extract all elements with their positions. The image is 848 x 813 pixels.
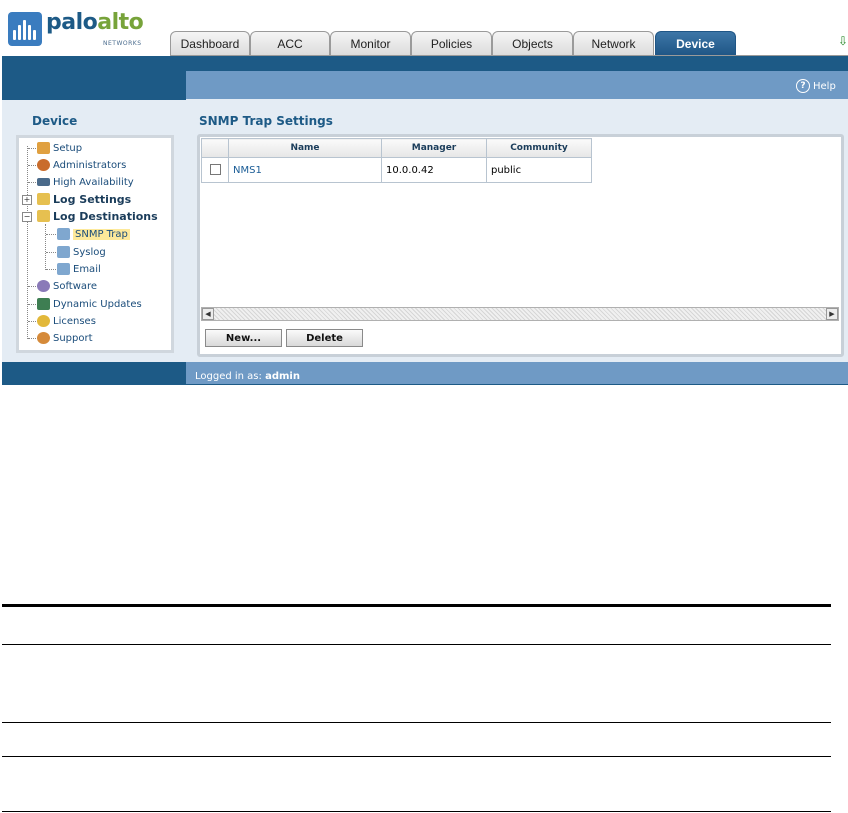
help-icon: ? — [796, 79, 810, 93]
email-icon — [57, 263, 70, 275]
licenses-icon — [37, 315, 50, 327]
nav-item-log-settings[interactable]: Log Settings — [37, 191, 131, 207]
scroll-right-icon[interactable]: ▶ — [826, 308, 838, 320]
nav-title: Device — [32, 114, 78, 128]
table-rule — [2, 722, 831, 723]
expand-log-settings-icon[interactable]: + — [22, 195, 32, 205]
cell-community: public — [486, 157, 592, 183]
setup-icon — [37, 142, 50, 154]
nav-item-dynamic-updates[interactable]: Dynamic Updates — [37, 296, 142, 312]
row-checkbox-cell — [201, 157, 229, 183]
column-header-name[interactable]: Name — [228, 138, 382, 158]
dynamic-updates-icon — [37, 298, 50, 310]
log-settings-icon — [37, 193, 50, 205]
logo-wordmark: paloalto — [46, 10, 144, 35]
nav-item-syslog[interactable]: Syslog — [57, 244, 106, 260]
horizontal-scrollbar[interactable]: ◀ ▶ — [201, 307, 839, 321]
logged-in-label: Logged in as: — [195, 371, 262, 382]
new-button[interactable]: New... — [205, 329, 282, 347]
table-rule — [2, 811, 831, 812]
cell-manager: 10.0.0.42 — [381, 157, 487, 183]
tab-device[interactable]: Device — [655, 31, 736, 55]
collapse-log-destinations-icon[interactable]: − — [22, 212, 32, 222]
logo-subtitle: NETWORKS — [103, 40, 142, 47]
tree-line — [45, 224, 46, 270]
nav-item-log-destinations[interactable]: Log Destinations — [37, 208, 158, 224]
help-link[interactable]: ? Help — [796, 79, 836, 93]
row-checkbox[interactable] — [209, 164, 221, 176]
table-rule-top — [2, 604, 831, 607]
administrators-icon — [37, 159, 50, 171]
nav-item-support[interactable]: Support — [37, 330, 93, 346]
high-availability-icon — [37, 178, 50, 186]
log-destinations-icon — [37, 210, 50, 222]
nav-item-snmp-trap[interactable]: SNMP Trap — [57, 226, 130, 242]
palo-alto-logo: paloalto NETWORKS — [8, 10, 144, 50]
tree-line — [27, 146, 28, 339]
tab-policies[interactable]: Policies — [411, 31, 492, 55]
syslog-icon — [57, 246, 70, 258]
tab-acc[interactable]: ACC — [250, 31, 330, 55]
snmp-trap-icon — [57, 228, 70, 240]
logo-mark-icon — [8, 12, 42, 46]
nav-item-software[interactable]: Software — [37, 278, 97, 294]
row-name-link[interactable]: NMS1 — [233, 165, 262, 176]
table-rule — [2, 644, 831, 645]
nav-item-email[interactable]: Email — [57, 261, 101, 277]
table-row: NMS1 10.0.0.42 public — [201, 157, 592, 183]
page-title: SNMP Trap Settings — [199, 114, 333, 128]
column-header-community[interactable]: Community — [486, 138, 592, 158]
table-header-row: Name Manager Community — [201, 138, 592, 158]
cell-name[interactable]: NMS1 — [228, 157, 382, 183]
tab-network[interactable]: Network — [573, 31, 654, 55]
tab-dashboard[interactable]: Dashboard — [170, 31, 250, 55]
scroll-left-icon[interactable]: ◀ — [202, 308, 214, 320]
table-rule — [2, 756, 831, 757]
logged-in-user: admin — [265, 371, 300, 382]
delete-button[interactable]: Delete — [286, 329, 363, 347]
nav-item-administrators[interactable]: Administrators — [37, 157, 126, 173]
help-strip — [186, 71, 848, 99]
nav-item-licenses[interactable]: Licenses — [37, 313, 96, 329]
help-label: Help — [813, 80, 836, 92]
nav-item-high-availability[interactable]: High Availability — [37, 174, 134, 190]
nav-item-setup[interactable]: Setup — [37, 140, 82, 156]
tab-objects[interactable]: Objects — [492, 31, 573, 55]
support-icon — [37, 332, 50, 344]
column-header-manager[interactable]: Manager — [381, 138, 487, 158]
select-all-header — [201, 138, 229, 158]
software-icon — [37, 280, 50, 292]
logged-in-status: Logged in as: admin — [195, 371, 300, 382]
tab-monitor[interactable]: Monitor — [330, 31, 411, 55]
download-icon[interactable]: ⇩ — [838, 34, 848, 48]
snmp-trap-table: Name Manager Community NMS1 10.0.0.42 pu… — [201, 138, 592, 183]
